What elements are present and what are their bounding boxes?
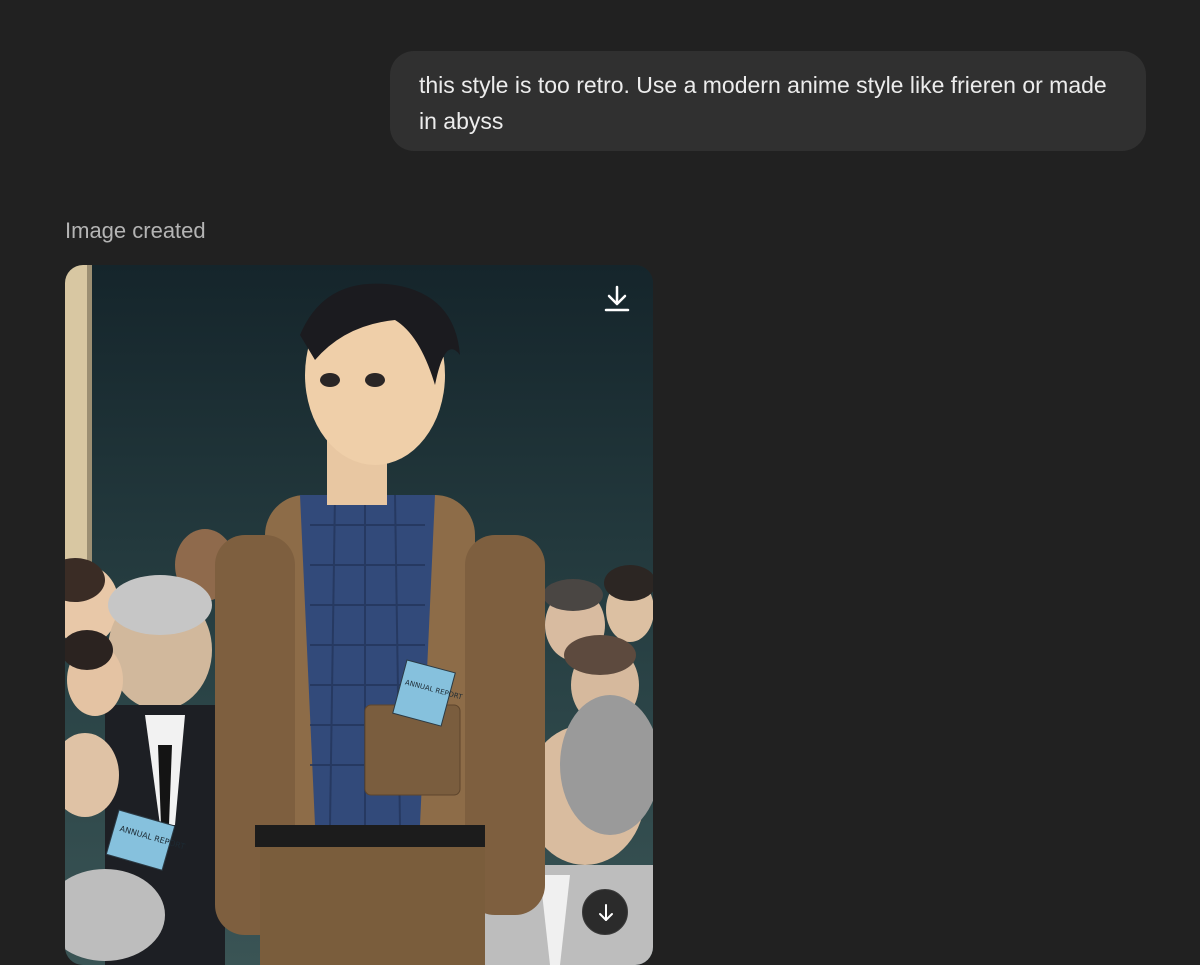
arrow-down-icon (599, 904, 613, 921)
generated-image-illustration: ANNUAL REPORT ANNUAL REPORT (65, 265, 653, 965)
download-button[interactable] (601, 283, 633, 315)
generated-image[interactable]: ANNUAL REPORT ANNUAL REPORT (65, 265, 653, 965)
scroll-to-bottom-button[interactable] (582, 889, 628, 935)
image-created-label: Image created (65, 218, 206, 243)
user-message-bubble: this style is too retro. Use a modern an… (390, 51, 1146, 151)
download-icon (604, 285, 630, 312)
user-message-text: this style is too retro. Use a modern an… (419, 72, 1107, 134)
